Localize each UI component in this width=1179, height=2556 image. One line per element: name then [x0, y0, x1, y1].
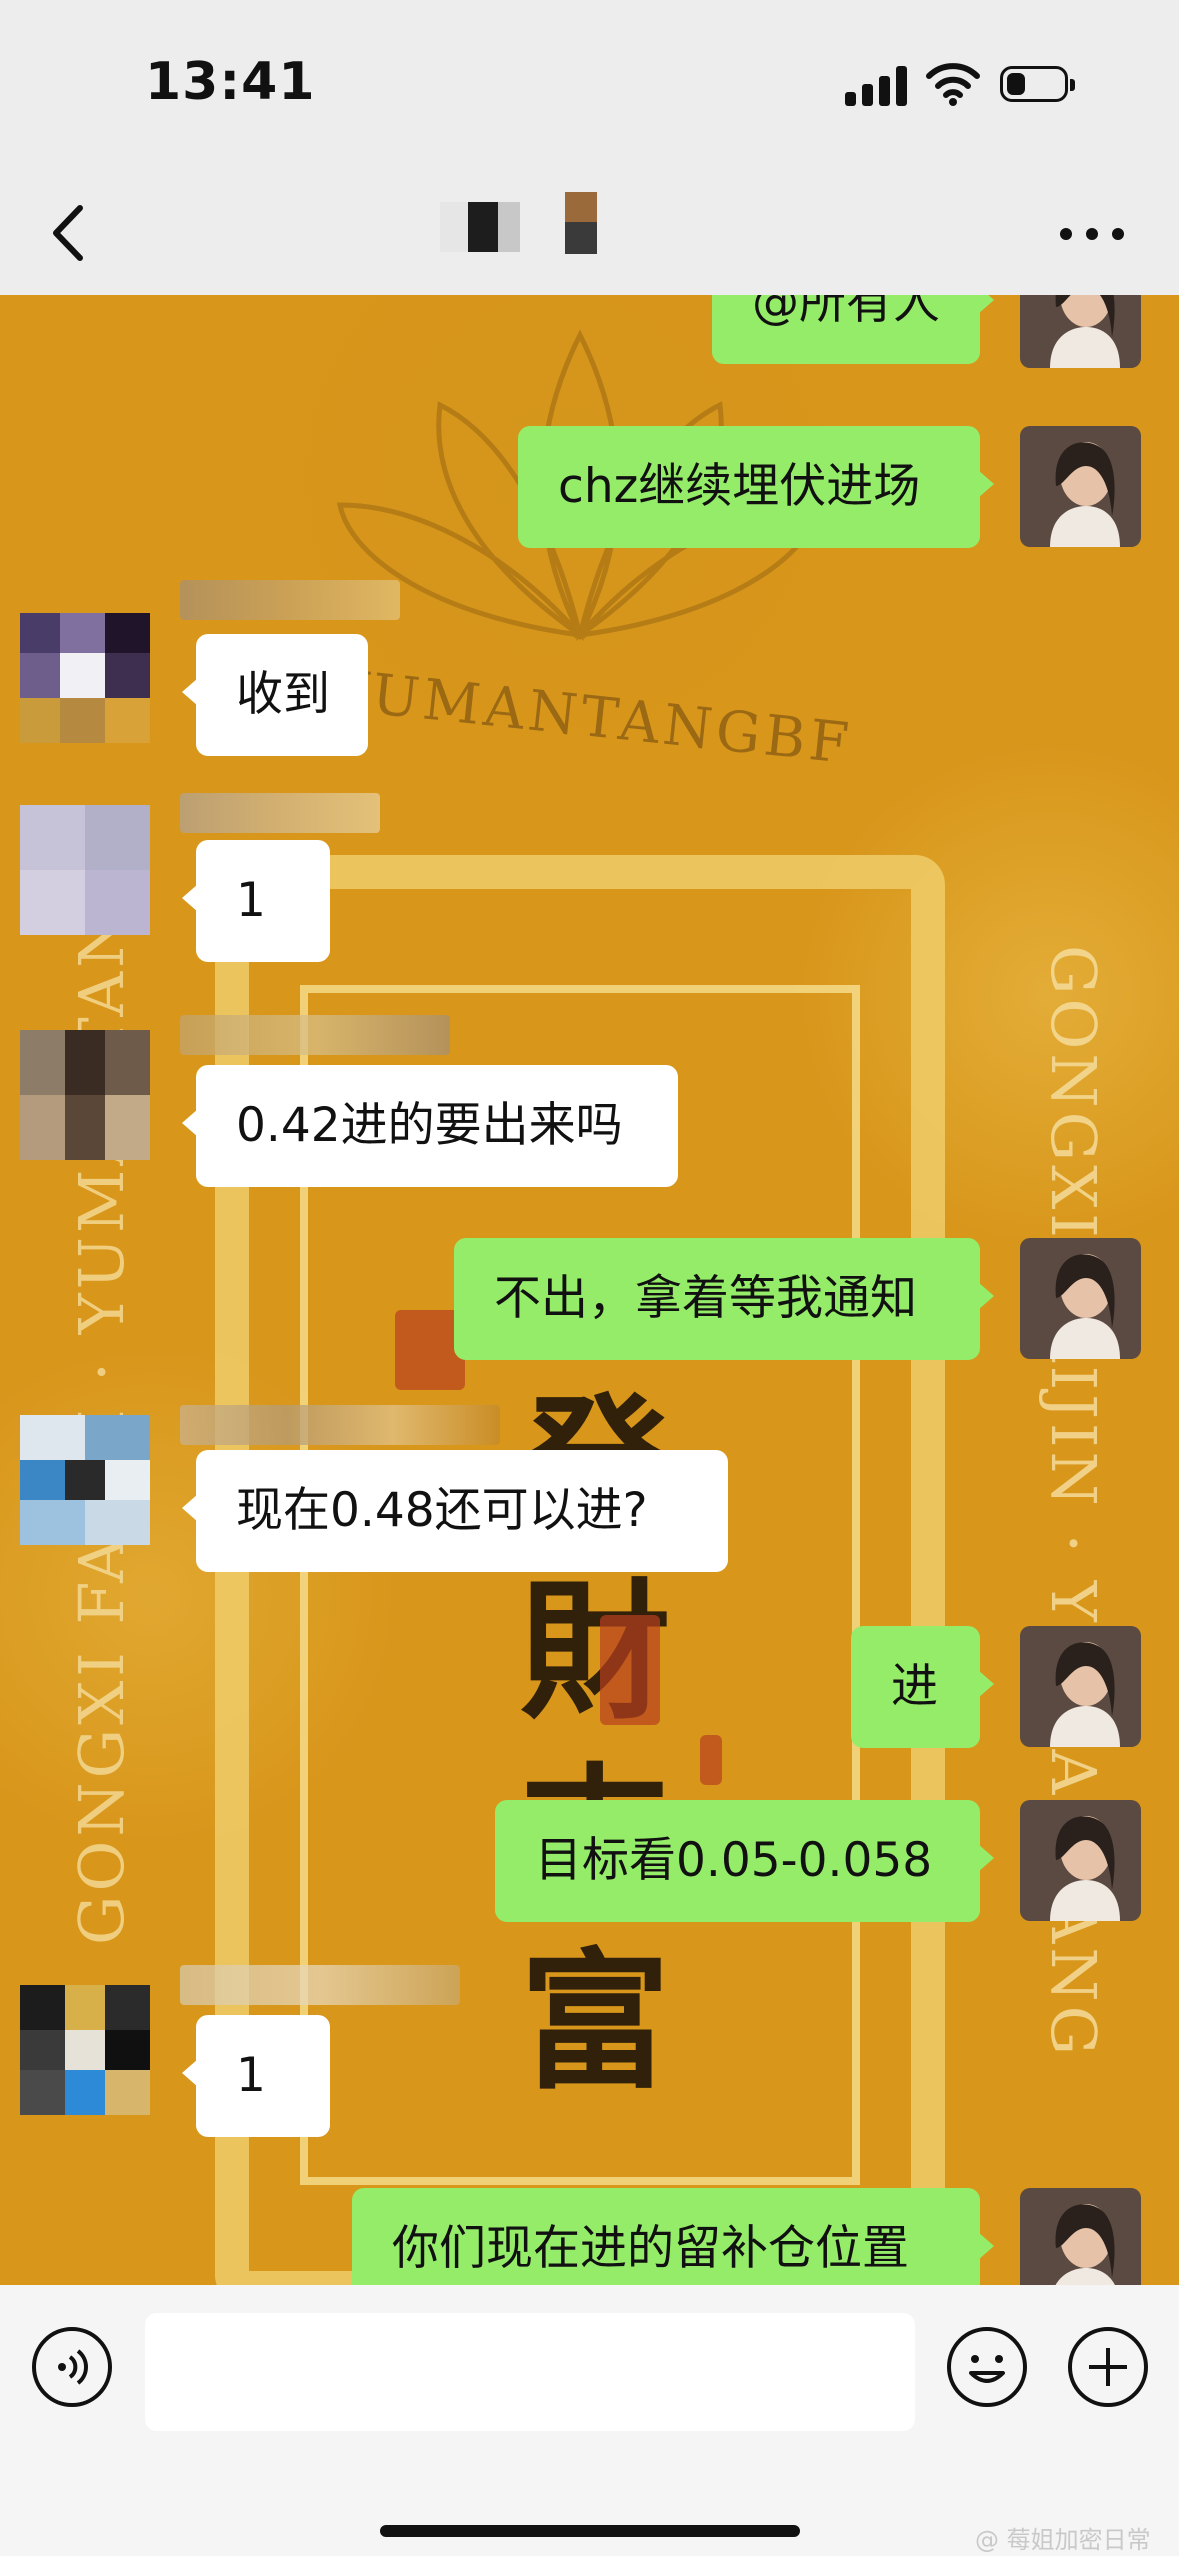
wallpaper-watermark-top: YUMANTANGBF — [328, 657, 856, 778]
my-avatar[interactable] — [1020, 295, 1141, 368]
wallpaper-seal — [600, 1615, 660, 1725]
message-bubble-outgoing[interactable]: 不出，拿着等我通知 — [454, 1238, 994, 1360]
credit-watermark: @ 莓姐加密日常 — [975, 2526, 1151, 2554]
status-time: 13:41 — [145, 52, 316, 112]
chevron-left-icon[interactable] — [42, 198, 102, 268]
my-avatar[interactable] — [1020, 426, 1141, 547]
message-bubble-incoming[interactable]: 1 — [182, 2015, 330, 2137]
message-bubble-outgoing[interactable]: @所有人 — [712, 295, 994, 364]
contact-avatar-blurred[interactable] — [20, 613, 150, 743]
message-bubble-incoming[interactable]: 1 — [182, 840, 330, 962]
home-indicator[interactable] — [380, 2525, 800, 2537]
sender-name-blurred — [180, 1965, 460, 2005]
wifi-icon — [926, 63, 980, 106]
plus-icon[interactable] — [1068, 2327, 1148, 2407]
my-avatar[interactable] — [1020, 2188, 1141, 2285]
contact-avatar-blurred[interactable] — [20, 805, 150, 935]
chat-messages[interactable]: YUMANTANGBF GONGXI CAIJIN · YUMANTANG GO… — [0, 295, 1179, 2285]
message-bubble-outgoing[interactable]: chz继续埋伏进场 — [518, 426, 994, 548]
message-bubble-outgoing[interactable]: 你们现在进的留补仓位置 — [352, 2188, 994, 2285]
contact-avatar-blurred[interactable] — [20, 1415, 150, 1545]
wallpaper-seal — [700, 1735, 722, 1785]
battery-icon — [1000, 66, 1075, 102]
contact-avatar-blurred[interactable] — [20, 1985, 150, 2115]
contact-avatar-blurred[interactable] — [20, 1030, 150, 1160]
emoji-icon[interactable] — [947, 2327, 1027, 2407]
sender-name-blurred — [180, 1405, 500, 1445]
message-bubble-outgoing[interactable]: 目标看0.05-0.058 — [495, 1800, 994, 1922]
message-bubble-outgoing[interactable]: 进 — [851, 1626, 994, 1748]
my-avatar[interactable] — [1020, 1800, 1141, 1921]
status-bar: 13:41 — [0, 0, 1179, 170]
message-bubble-incoming[interactable]: 0.42进的要出来吗 — [182, 1065, 678, 1187]
message-bubble-incoming[interactable]: 现在0.48还可以进? — [182, 1450, 728, 1572]
message-input[interactable] — [145, 2313, 915, 2431]
sender-name-blurred — [180, 793, 380, 833]
wallpaper-watermark-left: GONGXI FACAI · YUMANTANG — [65, 856, 138, 1945]
input-bar — [0, 2285, 1179, 2556]
my-avatar[interactable] — [1020, 1626, 1141, 1747]
my-avatar[interactable] — [1020, 1238, 1141, 1359]
message-bubble-incoming[interactable]: 收到 — [182, 634, 368, 756]
chat-header — [0, 170, 1179, 295]
more-icon[interactable] — [1060, 210, 1124, 254]
chat-title-blurred — [440, 192, 610, 272]
sender-name-blurred — [180, 1015, 450, 1055]
sender-name-blurred — [180, 580, 400, 620]
cellular-signal-icon — [845, 66, 907, 106]
voice-icon[interactable] — [32, 2327, 112, 2407]
